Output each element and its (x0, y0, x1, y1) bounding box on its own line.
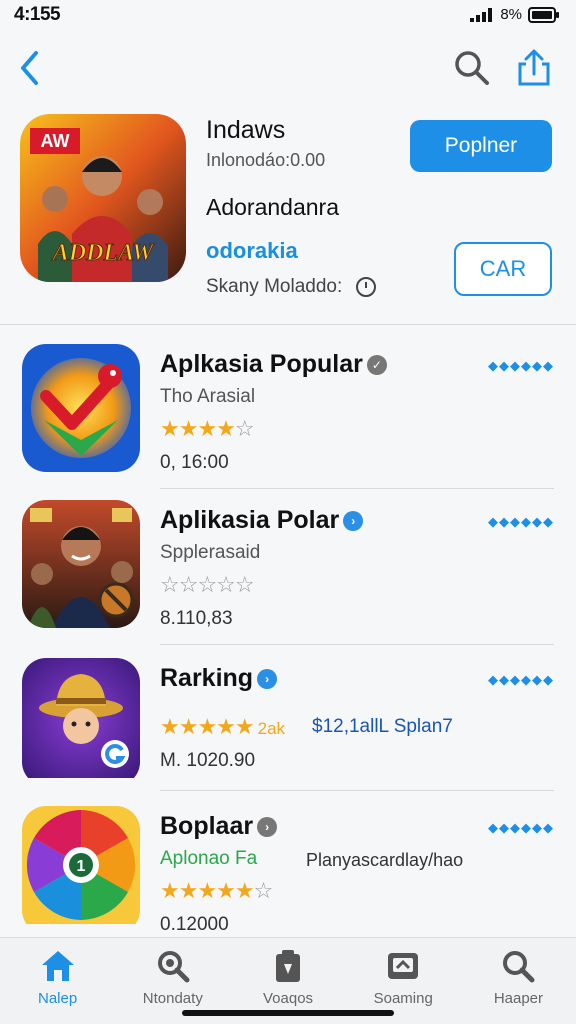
status-right: 8% (470, 6, 560, 23)
tab-label: Soaming (373, 990, 433, 1007)
app-name: Aplikasia Polar › (160, 506, 364, 535)
list-item[interactable]: Rarking › ◆◆◆◆◆◆ ★★★★★ 2ak $12,1allL Spla… (0, 658, 576, 808)
app-icon[interactable]: 1 (22, 806, 140, 934)
tab-label: Nalep (38, 990, 78, 1007)
search-icon (503, 951, 535, 983)
list-item[interactable]: 1 Boplaar › ◆◆◆◆◆◆ Aplonao Fa Planyascar… (0, 806, 576, 956)
divider (0, 324, 576, 325)
featured-icon-wordmark: ADDLAW (51, 240, 155, 266)
games-icon (276, 950, 300, 982)
featured-category[interactable]: odorakia (206, 238, 298, 264)
share-button[interactable] (514, 48, 554, 88)
featured-primary-button[interactable]: Poplner (410, 120, 552, 172)
app-price: M. 1020.90 (160, 750, 256, 771)
nav-bar (0, 40, 576, 96)
battery-icon (528, 6, 559, 23)
search-button[interactable] (452, 48, 492, 88)
search-icon (157, 951, 190, 983)
star-rating: ★★★★★☆ (160, 878, 273, 903)
featured-subtitle: Inlonodáo:0.00 (206, 150, 326, 170)
app-name: Aplkasia Popular ✓ (160, 350, 387, 379)
verified-badge-icon: ✓ (366, 354, 387, 375)
status-bar: 4:155 8% (0, 0, 576, 34)
svg-text:AW: AW (41, 131, 70, 151)
status-time: 4:155 (14, 4, 61, 25)
star-rating: ★★★★★ 2ak (160, 714, 286, 739)
list-item[interactable]: Aplikasia Polar › ◆◆◆◆◆◆ Spplerasaid ☆☆☆… (0, 500, 576, 650)
app-name: Rarking › (160, 664, 278, 693)
verified-badge-icon: › (257, 816, 278, 837)
star-rating: ☆☆☆☆☆ (160, 572, 255, 597)
featured-meta-text: Skany Moladdo: (206, 276, 343, 297)
app-subtitle: Tho Arasial (160, 386, 256, 407)
app-extra-info: Planyascardlay/hao (306, 850, 464, 870)
app-price: 0.12000 (160, 914, 229, 935)
verified-badge-icon: › (343, 510, 364, 531)
back-button[interactable] (12, 46, 48, 90)
star-rating: ★★★★☆ (160, 416, 255, 441)
verified-badge-icon: › (257, 668, 278, 689)
more-dots-icon[interactable]: ◆◆◆◆◆◆ (488, 514, 554, 530)
featured-secondary-button[interactable]: CAR (454, 242, 552, 296)
app-price: 8.110,83 (160, 608, 233, 629)
home-icon (41, 951, 74, 981)
app-icon[interactable] (22, 658, 140, 786)
clock-icon (356, 277, 377, 297)
divider (160, 644, 554, 645)
tab-label: Haaper (493, 990, 544, 1007)
rating-count: 2ak (257, 719, 286, 738)
featured-app: AW ADDLAW Indaws Inlonodáo:0.00 Adoranda… (0, 112, 576, 324)
featured-meta: Skany Moladdo: (206, 276, 377, 298)
app-subtitle: Aplonao Fa (160, 848, 258, 869)
app-price: 0, 16:00 (160, 452, 229, 473)
divider (160, 488, 554, 489)
tab-label: Ntondaty (142, 990, 203, 1007)
more-dots-icon[interactable]: ◆◆◆◆◆◆ (488, 672, 554, 688)
chevron-left-icon (21, 51, 38, 85)
app-icon[interactable] (22, 500, 140, 628)
featured-app-icon[interactable]: AW ADDLAW (20, 114, 186, 282)
featured-developer[interactable]: Adorandanra (206, 194, 339, 221)
featured-title: Indaws (206, 116, 286, 144)
svg-text:1: 1 (77, 858, 86, 875)
list-item[interactable]: Aplkasia Popular ✓ ◆◆◆◆◆◆ Tho Arasial ★★… (0, 344, 576, 494)
app-extra-info: $12,1allL Splan7 (312, 716, 453, 737)
arcade-icon (388, 953, 419, 979)
tab-label: Voaqos (262, 990, 314, 1007)
divider (160, 790, 554, 791)
app-subtitle: Spplerasaid (160, 542, 261, 563)
tab-home[interactable]: Nalep (0, 938, 115, 1024)
app-icon[interactable] (22, 344, 140, 472)
tab-search[interactable]: Haaper (461, 938, 576, 1024)
search-icon (455, 51, 489, 85)
more-dots-icon[interactable]: ◆◆◆◆◆◆ (488, 820, 554, 836)
signal-icon (470, 7, 493, 22)
app-name: Boplaar › (160, 812, 278, 841)
more-dots-icon[interactable]: ◆◆◆◆◆◆ (488, 358, 554, 374)
battery-percent: 8% (500, 6, 522, 23)
share-icon (518, 49, 550, 86)
home-indicator[interactable] (182, 1010, 394, 1016)
